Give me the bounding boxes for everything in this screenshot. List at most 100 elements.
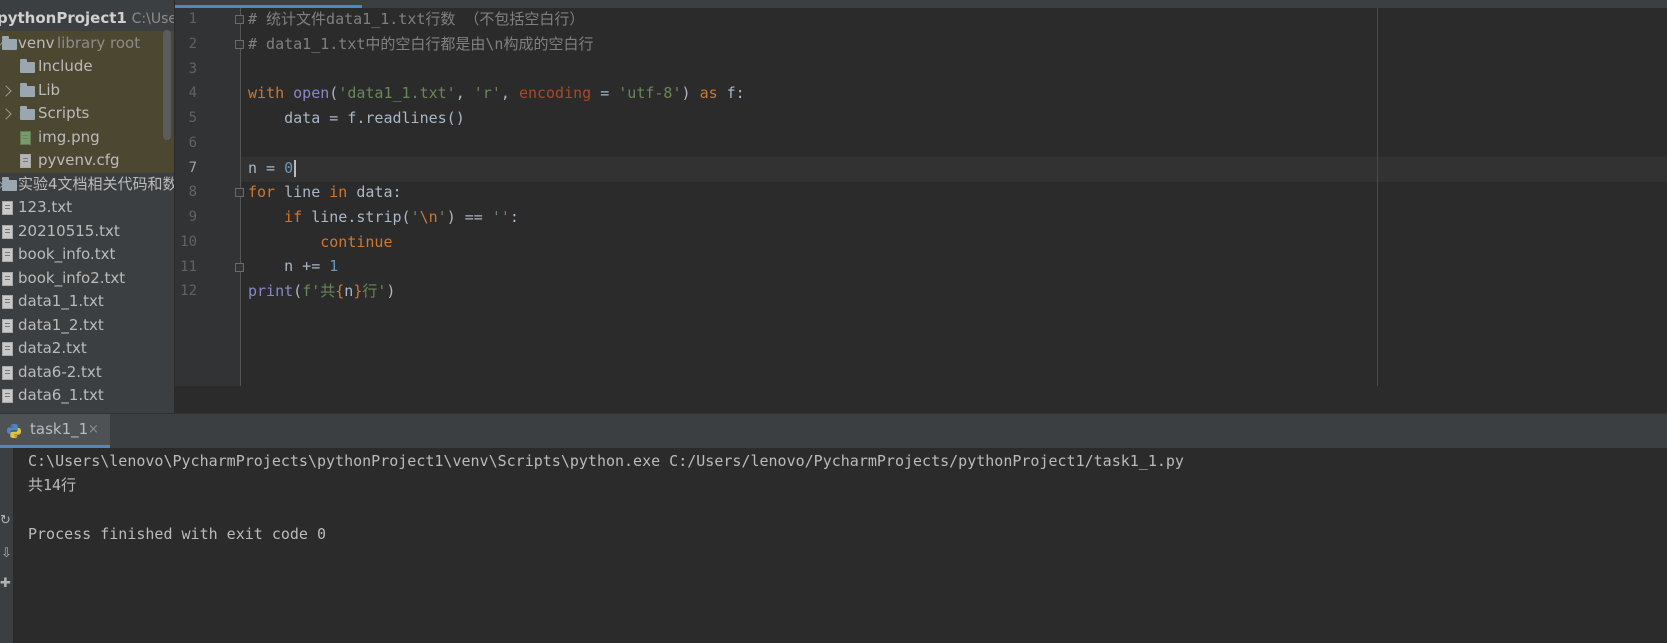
fold-icon[interactable]: [235, 15, 244, 24]
tree-item[interactable]: venv library root: [0, 30, 174, 56]
tree-item[interactable]: Scripts: [0, 101, 174, 126]
brace-token: {: [335, 282, 345, 300]
string-token: ': [437, 208, 447, 226]
code-line-7[interactable]: n = 0: [248, 156, 297, 181]
text-file-icon: [2, 365, 13, 380]
string-token: ': [410, 208, 420, 226]
string-token: 'utf-8': [618, 84, 682, 102]
folder-icon: [20, 106, 35, 120]
number-token: 0: [284, 159, 294, 177]
line-number: 8: [188, 184, 197, 201]
string-token: '': [491, 208, 510, 226]
run-tab-bar: task1_1 ×: [0, 414, 1667, 448]
tree-item[interactable]: img.png: [0, 124, 174, 150]
code-line-2[interactable]: # data1_1.txt中的空白行都是由\n构成的空白行: [248, 32, 593, 57]
text-file-icon: [2, 201, 13, 215]
keyword-token: with: [248, 84, 285, 102]
keyword-token: if: [284, 208, 303, 226]
string-token: 'r': [473, 84, 501, 102]
tree-item-label: data2.txt: [18, 339, 87, 357]
line-number: 3: [188, 60, 197, 77]
tree-item[interactable]: pyvenv.cfg: [0, 148, 174, 173]
chevron-right-icon[interactable]: [0, 108, 12, 120]
fold-icon[interactable]: [235, 263, 244, 272]
line-number: 12: [180, 283, 197, 300]
run-toolbar: ↻ ⇩ ✚: [0, 448, 13, 643]
tree-item-label: 123.txt: [18, 198, 73, 216]
code-token: f:: [717, 84, 745, 102]
tree-item-label: book_info.txt: [18, 245, 116, 263]
code-line-11[interactable]: n += 1: [248, 254, 338, 279]
pin-icon[interactable]: ✚: [0, 576, 11, 591]
console-line: Process finished with exit code 0: [28, 525, 327, 543]
run-tab-task1_1[interactable]: task1_1 ×: [0, 414, 110, 448]
escape-token: \n: [419, 208, 438, 226]
code-line-12[interactable]: print(f'共{n}行'): [248, 279, 395, 304]
tree-item[interactable]: Include: [0, 54, 174, 79]
code-token: line.strip(: [302, 208, 411, 226]
code-line-9[interactable]: if line.strip('\n') == '':: [248, 205, 519, 230]
tree-item-label: pyvenv.cfg: [38, 151, 120, 169]
tree-item-label: data1_1.txt: [18, 292, 104, 310]
folder-icon: [2, 176, 17, 191]
string-token: 行': [362, 282, 387, 300]
keyword-token: continue: [320, 233, 393, 251]
text-file-icon: [2, 224, 13, 239]
code-line-4[interactable]: with open('data1_1.txt', 'r', encoding =…: [248, 81, 745, 106]
rerun-icon[interactable]: ↻: [0, 513, 11, 528]
code-token: ) ==: [446, 208, 492, 226]
code-line-8[interactable]: for line in data:: [248, 180, 402, 205]
console-line: C:\Users\lenovo\PycharmProjects\pythonPr…: [28, 452, 1184, 470]
tree-item-label: 实验4文档相关代码和数据: [18, 174, 174, 193]
code-token: n =: [248, 159, 285, 177]
tree-item[interactable]: Lib: [0, 77, 174, 103]
code-line-1[interactable]: # 统计文件data1_1.txt行数 （不包括空白行）: [248, 7, 584, 32]
number-token: 1: [329, 257, 339, 275]
project-path: C:\Users\: [131, 11, 174, 27]
close-icon[interactable]: ×: [88, 414, 99, 445]
line-number: 5: [188, 110, 197, 126]
code-token: :: [509, 208, 519, 226]
brace-token: }: [353, 282, 363, 300]
text-caret: [294, 160, 297, 177]
folder-icon: [20, 59, 35, 73]
text-file-icon: [2, 248, 13, 262]
code-line-5[interactable]: data = f.readlines(): [248, 106, 465, 131]
editor-bottom-area: [175, 386, 1667, 413]
tree-item-label: Lib: [38, 80, 61, 99]
line-number: 1: [188, 11, 197, 27]
tree-item-label: venv: [18, 33, 55, 52]
library-root-label: library root: [57, 33, 141, 52]
current-line-highlight: [241, 157, 1667, 182]
code-token: line: [275, 183, 330, 201]
code-editor[interactable]: 1 2 3 4 5 6 7 8 9 10 11 12 # 统计文件data1_1.txt行数 （不包括…: [175, 0, 1667, 413]
sidebar-scrollbar[interactable]: [163, 30, 171, 140]
tree-item-label: Include: [38, 57, 93, 75]
chevron-right-icon[interactable]: [0, 84, 12, 97]
keyword-token: for: [248, 183, 276, 201]
keyword-token: as: [699, 84, 718, 102]
code-token: n +=: [248, 257, 330, 275]
builtin-token: open: [293, 84, 330, 102]
builtin-token: print: [248, 282, 294, 300]
code-token: n: [344, 282, 354, 300]
text-file-icon: [2, 342, 13, 356]
line-number: 9: [188, 209, 197, 225]
fold-icon[interactable]: [235, 188, 244, 197]
run-tab-label: task1_1: [30, 420, 89, 438]
run-console[interactable]: C:\Users\lenovo\PycharmProjects\pythonPr…: [13, 448, 1667, 643]
fold-icon[interactable]: [235, 40, 244, 49]
scroll-to-end-icon[interactable]: ⇩: [1, 546, 12, 561]
project-name: pythonProject1: [0, 9, 127, 27]
right-margin-guide: [1377, 8, 1378, 386]
tree-item-label: book_info2.txt: [18, 268, 126, 287]
keyword-token: in: [329, 183, 348, 201]
line-number: 10: [180, 233, 197, 250]
image-file-icon: [20, 130, 31, 145]
line-number: 2: [188, 35, 197, 52]
code-token: ): [386, 282, 396, 300]
project-root[interactable]: pythonProject1 C:\Users\: [0, 6, 174, 31]
text-file-icon: [2, 318, 13, 333]
code-line-10[interactable]: continue: [248, 230, 393, 255]
folder-icon: [20, 82, 35, 97]
